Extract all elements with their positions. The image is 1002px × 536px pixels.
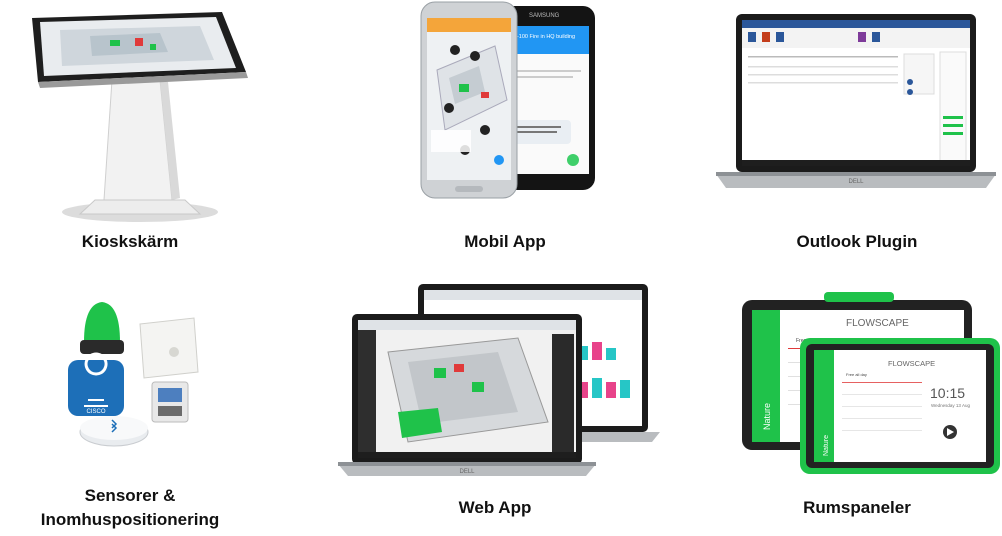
kiosk-image [0, 0, 255, 225]
sensors-caption-line1: Sensorer & [84, 486, 176, 505]
mobile-header-text: C-100 Fire in HQ building [513, 34, 575, 40]
sensors-caption: Sensorer & Inomhuspositionering [30, 484, 230, 532]
roompanels-image: FLOWSCAPE Free all day Nature FLOWSCAPE … [738, 290, 1002, 478]
panel-date: Wednesday 13 Aug [931, 403, 970, 408]
samsung-brand: SAMSUNG [529, 13, 560, 19]
sensors-image: CISCO [62, 290, 212, 460]
cisco-badge: CISCO [86, 409, 105, 415]
mobile-caption: Mobil App [464, 232, 546, 251]
dell-brand-outlook: DELL [848, 179, 864, 185]
panel-logo-front: FLOWSCAPE [888, 359, 935, 368]
webapp-image: DELL [338, 282, 663, 477]
panel-side-label-front: Nature [823, 435, 830, 456]
sensors-caption-line2: Inomhuspositionering [40, 510, 220, 529]
roompanels-caption: Rumspaneler [803, 498, 911, 517]
mobile-image: C-100 Fire in HQ building SAMSUNG [415, 0, 600, 205]
dell-brand-webapp: DELL [459, 469, 475, 475]
panel-logo-back: FLOWSCAPE [846, 318, 909, 329]
outlook-image: DELL [708, 12, 1002, 197]
panel-side-label-back: Nature [762, 403, 772, 430]
panel-time: 10:15 [930, 385, 965, 401]
webapp-caption: Web App [458, 498, 532, 517]
kiosk-caption: Kioskskärm [81, 232, 179, 251]
panel-status-front: Free all day [846, 372, 867, 377]
outlook-caption: Outlook Plugin [796, 232, 918, 251]
